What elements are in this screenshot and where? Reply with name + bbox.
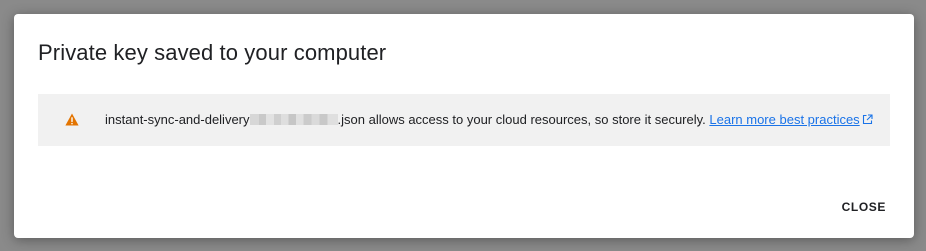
external-link-icon <box>862 114 873 125</box>
filename-prefix: instant-sync-and-delivery <box>105 112 250 127</box>
private-key-saved-dialog: Private key saved to your computer insta… <box>14 14 914 238</box>
learn-more-label: Learn more best practices <box>709 112 860 127</box>
learn-more-link[interactable]: Learn more best practices <box>709 112 873 127</box>
redacted-key-id <box>249 114 338 125</box>
dialog-title: Private key saved to your computer <box>38 40 387 65</box>
close-button[interactable]: CLOSE <box>828 192 900 222</box>
security-notice: instant-sync-and-delivery .json allows ac… <box>38 94 890 146</box>
message-suffix: .json allows access to your cloud resour… <box>337 112 706 127</box>
notice-message: instant-sync-and-delivery .json allows ac… <box>105 94 873 146</box>
warning-icon <box>65 113 79 126</box>
